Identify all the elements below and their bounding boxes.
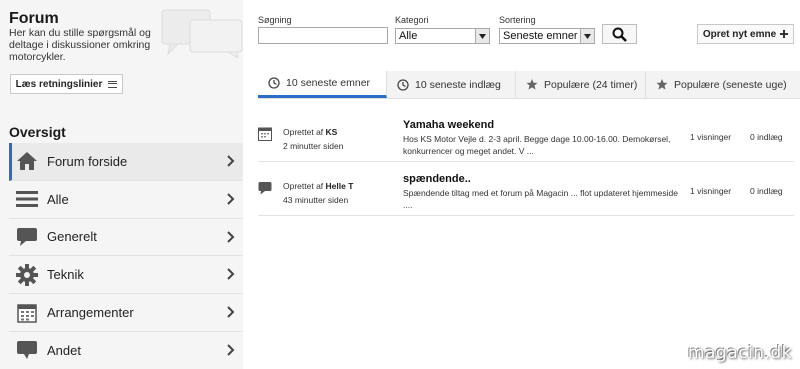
tab-latest-topics[interactable]: 10 seneste emner: [258, 71, 387, 98]
chat-icon: [16, 339, 38, 361]
clock-icon: [268, 77, 280, 89]
tab-label: Populære (seneste uge): [674, 78, 787, 91]
topic-tabs: 10 seneste emner 10 seneste indlæg Popul…: [258, 71, 800, 99]
clock-icon: [397, 78, 409, 91]
topic-views: 1 visninger: [690, 132, 732, 142]
watermark: magacin.dk: [687, 343, 792, 363]
chevron-right-icon: [227, 306, 235, 318]
search-icon: [612, 27, 627, 42]
forum-title: Forum: [9, 10, 59, 27]
star-icon: [656, 78, 668, 91]
nav-item-forum-forside[interactable]: Forum forside: [9, 143, 243, 181]
topic-row[interactable]: Oprettet af Helle T 43 minutter siden sp…: [258, 170, 794, 216]
author-name[interactable]: Helle T: [326, 181, 354, 191]
topic-excerpt: Spændende tiltag med et forum på Magacin…: [403, 188, 678, 210]
sort-value: Seneste emner: [503, 30, 578, 42]
new-topic-button[interactable]: Opret nyt emne: [697, 24, 794, 44]
chevron-right-icon: [227, 230, 235, 243]
plus-icon: [780, 30, 789, 38]
nav-item-label: Alle: [47, 191, 69, 207]
overview-nav: Forum forside Alle Generelt Teknik Arran…: [9, 143, 243, 369]
menu-icon: [108, 80, 118, 88]
speech-bubbles-icon: [161, 9, 243, 58]
search-button[interactable]: [602, 24, 637, 44]
tab-label: 10 seneste emner: [286, 77, 371, 89]
topic-time: 2 minutter siden: [283, 141, 344, 151]
topic-title[interactable]: spændende..: [403, 173, 471, 185]
chevron-right-icon: [227, 193, 235, 205]
topic-title[interactable]: Yamaha weekend: [403, 119, 494, 131]
speech-bubble-icon: [258, 182, 272, 195]
search-input[interactable]: [258, 27, 388, 44]
sort-label: Sortering: [499, 15, 536, 25]
tab-popular-24h[interactable]: Populære (24 timer): [516, 71, 646, 98]
forum-description: Her kan du stille spørgsmål og deltage i…: [9, 27, 151, 63]
home-icon: [16, 150, 38, 172]
dropdown-arrow-icon: [475, 29, 489, 43]
nav-item-label: Andet: [47, 342, 81, 358]
author-name[interactable]: KS: [326, 127, 338, 137]
tab-latest-posts[interactable]: 10 seneste indlæg: [387, 71, 516, 98]
topic-author: Oprettet af Helle T: [283, 181, 353, 191]
nav-item-arrangementer[interactable]: Arrangementer: [9, 294, 243, 332]
topic-posts: 0 indlæg: [750, 186, 783, 196]
guidelines-label: Læs retningslinier: [15, 78, 103, 90]
topic-author: Oprettet af KS: [283, 127, 337, 137]
sort-select[interactable]: Seneste emner: [499, 28, 595, 44]
nav-item-teknik[interactable]: Teknik: [9, 256, 243, 295]
calendar-icon: [16, 302, 38, 324]
category-value: Alle: [399, 30, 418, 42]
category-label: Kategori: [395, 15, 429, 25]
nav-item-label: Generelt: [47, 229, 97, 245]
category-select[interactable]: Alle: [395, 28, 490, 44]
nav-item-generelt[interactable]: Generelt: [9, 219, 243, 257]
guidelines-button[interactable]: Læs retningslinier: [10, 74, 123, 94]
gear-icon: [16, 263, 38, 286]
search-label: Søgning: [258, 15, 292, 25]
created-prefix: Oprettet af: [283, 127, 324, 137]
topic-row[interactable]: Oprettet af KS 2 minutter siden Yamaha w…: [258, 116, 794, 162]
dropdown-arrow-icon: [580, 29, 594, 43]
overview-title: Oversigt: [9, 124, 66, 140]
list-icon: [16, 188, 38, 210]
star-icon: [526, 78, 538, 91]
nav-item-label: Arrangementer: [47, 305, 134, 321]
sidebar: Forum Her kan du stille spørgsmål og del…: [0, 0, 243, 369]
speech-bubble-icon: [16, 226, 38, 248]
calendar-icon: [258, 127, 272, 141]
topic-excerpt: Hos KS Motor Vejle d. 2-3 april. Begge d…: [403, 134, 671, 156]
tab-label: Populære (24 timer): [544, 78, 638, 91]
topic-time: 43 minutter siden: [283, 195, 349, 205]
new-topic-label: Opret nyt emne: [702, 28, 777, 40]
topic-posts: 0 indlæg: [750, 132, 783, 142]
nav-item-alle[interactable]: Alle: [9, 181, 243, 219]
chevron-right-icon: [227, 268, 235, 281]
nav-item-label: Forum forside: [47, 153, 128, 169]
created-prefix: Oprettet af: [283, 181, 324, 191]
nav-item-andet[interactable]: Andet: [9, 332, 243, 369]
tab-popular-week[interactable]: Populære (seneste uge): [646, 71, 800, 98]
topic-views: 1 visninger: [690, 186, 732, 196]
nav-item-label: Teknik: [47, 267, 84, 283]
tab-label: 10 seneste indlæg: [415, 78, 501, 91]
chevron-right-icon: [227, 155, 235, 167]
chevron-right-icon: [227, 344, 235, 356]
